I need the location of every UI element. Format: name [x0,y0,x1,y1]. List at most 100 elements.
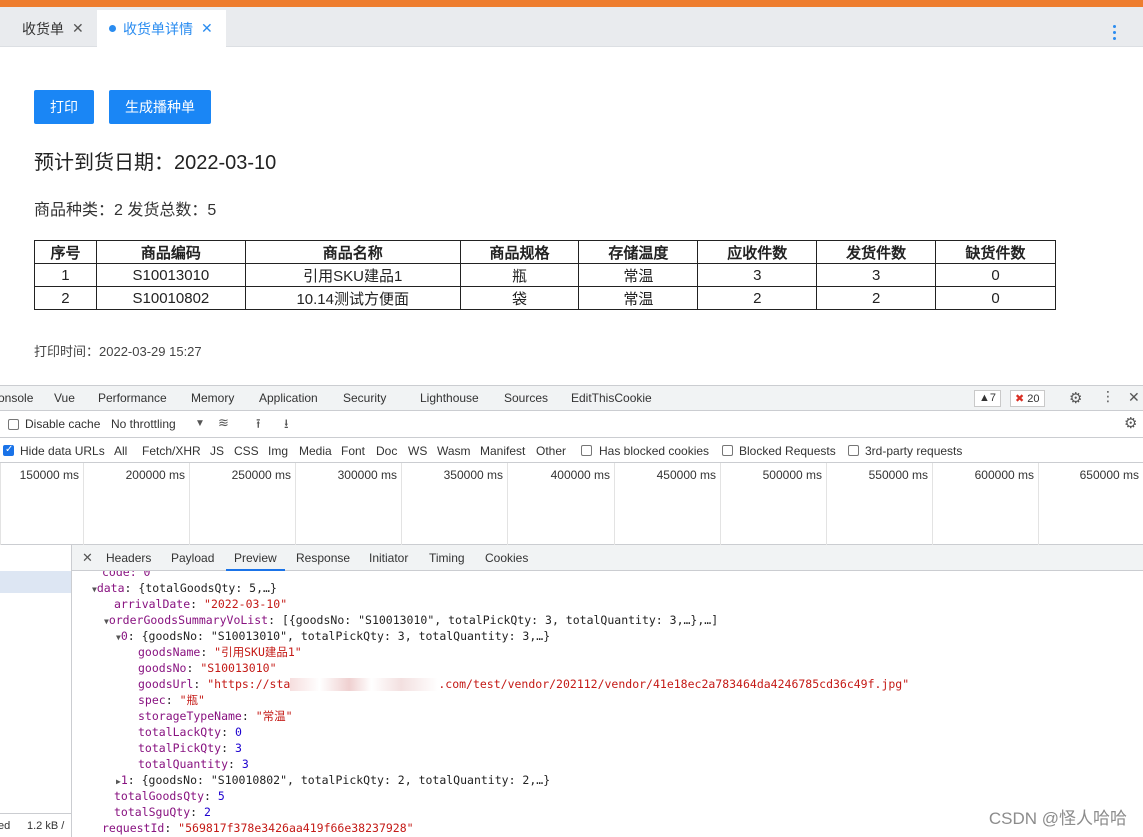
timeline-tick: 400000 ms [507,463,614,545]
filter-all[interactable]: All [114,444,127,458]
table-cell: 2 [34,286,97,310]
tab-receipt-list[interactable]: 收货单 ✕ [22,10,84,47]
print-time: 打印时间：2022-03-29 15:27 [34,344,202,359]
network-settings-gear-icon[interactable]: ⚙ [1124,414,1137,432]
json-line-goodsno: goodsNo: "S10013010" [138,661,277,675]
table-cell: 引用SKU建品1 [244,263,461,287]
generate-sowing-list-button[interactable]: 生成播种单 [109,90,211,124]
table-cell: 2 [697,286,818,310]
close-icon[interactable]: ✕ [72,20,84,37]
json-line-totalsguqty: totalSguQty: 2 [114,805,211,819]
tab-headers[interactable]: Headers [106,551,151,565]
network-conditions-icon[interactable]: ≋ [218,415,229,431]
more-vertical-icon[interactable]: ⋮ [1101,388,1115,405]
filter-wasm[interactable]: Wasm [437,444,471,458]
print-button[interactable]: 打印 [34,90,94,124]
filter-img[interactable]: Img [268,444,288,458]
json-line-spec: spec: "瓶" [138,693,205,707]
third-party-requests-checkbox[interactable] [848,445,859,456]
has-blocked-cookies-checkbox[interactable] [581,445,592,456]
json-preview[interactable]: code: 0 ▼data: {totalGoodsQty: 5,…} arri… [72,571,1143,837]
timeline-tick: 500000 ms [720,463,826,545]
filter-media[interactable]: Media [299,444,332,458]
table-header-row: 序号 商品编码 商品名称 商品规格 存储温度 应收件数 发货件数 缺货件数 [34,240,1056,264]
blocked-requests-checkbox[interactable] [722,445,733,456]
errors-badge[interactable]: ✖ 20 [1010,390,1045,407]
tab-cookies[interactable]: Cookies [485,551,528,565]
tab-payload[interactable]: Payload [171,551,214,565]
json-line-item0[interactable]: ▼0: {goodsNo: "S10013010", totalPickQty:… [116,628,550,644]
more-options-icon[interactable] [1113,25,1117,43]
devtools-tab-editthiscookie[interactable]: EditThisCookie [571,391,652,405]
filter-manifest[interactable]: Manifest [480,444,525,458]
column-header: 商品规格 [459,240,580,264]
table-cell: 10.14测试方便面 [244,286,461,310]
watermark: CSDN @怪人哈哈 [988,809,1127,828]
close-devtools-icon[interactable]: ✕ [1128,389,1140,406]
timeline-tick: 300000 ms [295,463,401,545]
table-cell: 1 [34,263,97,287]
filter-ws[interactable]: WS [408,444,427,458]
devtools-tab-memory[interactable]: Memory [191,391,234,405]
devtools-tab-sources[interactable]: Sources [504,391,548,405]
goods-summary: 商品种类：2 发货总数：5 [34,202,217,219]
tab-initiator[interactable]: Initiator [369,551,408,565]
request-list-pane[interactable]: ed 1.2 kB / [0,545,72,837]
devtools-tab-application[interactable]: Application [259,391,318,405]
network-timeline[interactable]: 150000 ms 200000 ms 250000 ms 300000 ms … [0,463,1143,545]
download-icon[interactable]: ⭳ [284,415,289,437]
hide-data-urls-checkbox[interactable] [3,444,14,456]
table-cell: 袋 [459,286,580,310]
table-cell: 3 [816,263,937,287]
table-cell: 0 [935,286,1056,310]
selected-request-row[interactable] [0,571,71,593]
devtools-tab-performance[interactable]: Performance [98,391,167,405]
table-cell: 0 [935,263,1056,287]
json-line-code: code: 0 [102,571,151,579]
settings-gear-icon[interactable]: ⚙ [1069,389,1082,407]
json-line-list[interactable]: ▼orderGoodsSummaryVoList: [{goodsNo: "S1… [104,612,718,628]
timeline-tick: 450000 ms [614,463,720,545]
filter-js[interactable]: JS [210,444,224,458]
devtools-tab-security[interactable]: Security [343,391,386,405]
tab-response[interactable]: Response [296,551,350,565]
timeline-tick: 650000 ms [1038,463,1143,545]
top-accent-bar [0,0,1143,7]
throttling-select[interactable]: No throttling [111,417,176,431]
status-footer: ed 1.2 kB / [0,813,71,837]
json-line-data[interactable]: ▼data: {totalGoodsQty: 5,…} [92,580,277,596]
table-row: 2 S10010802 10.14测试方便面 袋 常温 2 2 0 [34,286,1056,310]
tab-receipt-detail[interactable]: 收货单详情 ✕ [97,10,226,47]
tab-label: 收货单 [22,20,64,37]
filter-css[interactable]: CSS [234,444,259,458]
goods-table: 序号 商品编码 商品名称 商品规格 存储温度 应收件数 发货件数 缺货件数 1 … [34,240,1056,310]
filter-fetch-xhr[interactable]: Fetch/XHR [142,444,201,458]
tab-timing[interactable]: Timing [429,551,465,565]
table-cell: 常温 [578,263,699,287]
filter-font[interactable]: Font [341,444,365,458]
request-detail-tabs: ✕ Headers Payload Preview Response Initi… [72,545,1143,571]
tab-preview[interactable]: Preview [226,551,285,571]
filter-blocked-requests: Blocked Requests [739,444,836,458]
close-icon[interactable]: ✕ [201,20,213,37]
timeline-tick: 200000 ms [83,463,189,545]
close-detail-icon[interactable]: ✕ [82,550,93,566]
warnings-badge[interactable]: ▲7 [974,390,1002,407]
table-cell: 瓶 [459,263,580,287]
table-cell: 常温 [578,286,699,310]
filter-other[interactable]: Other [536,444,566,458]
column-header: 发货件数 [816,240,937,264]
table-cell: S10010802 [95,286,246,310]
devtools-tab-console[interactable]: onsole [0,391,33,405]
devtools-tab-vue[interactable]: Vue [54,391,75,405]
filter-doc[interactable]: Doc [376,444,397,458]
table-cell: 2 [816,286,937,310]
chevron-down-icon[interactable]: ▼ [195,418,205,429]
json-line-totalpickqty: totalPickQty: 3 [138,741,242,755]
json-line-item1[interactable]: ▶1: {goodsNo: "S10010802", totalPickQty:… [116,772,550,788]
timeline-tick: 150000 ms [0,463,83,545]
disable-cache-checkbox[interactable] [8,419,19,430]
timeline-tick: 250000 ms [189,463,295,545]
devtools-tab-lighthouse[interactable]: Lighthouse [420,391,479,405]
upload-icon[interactable]: ⭱ [256,415,261,437]
